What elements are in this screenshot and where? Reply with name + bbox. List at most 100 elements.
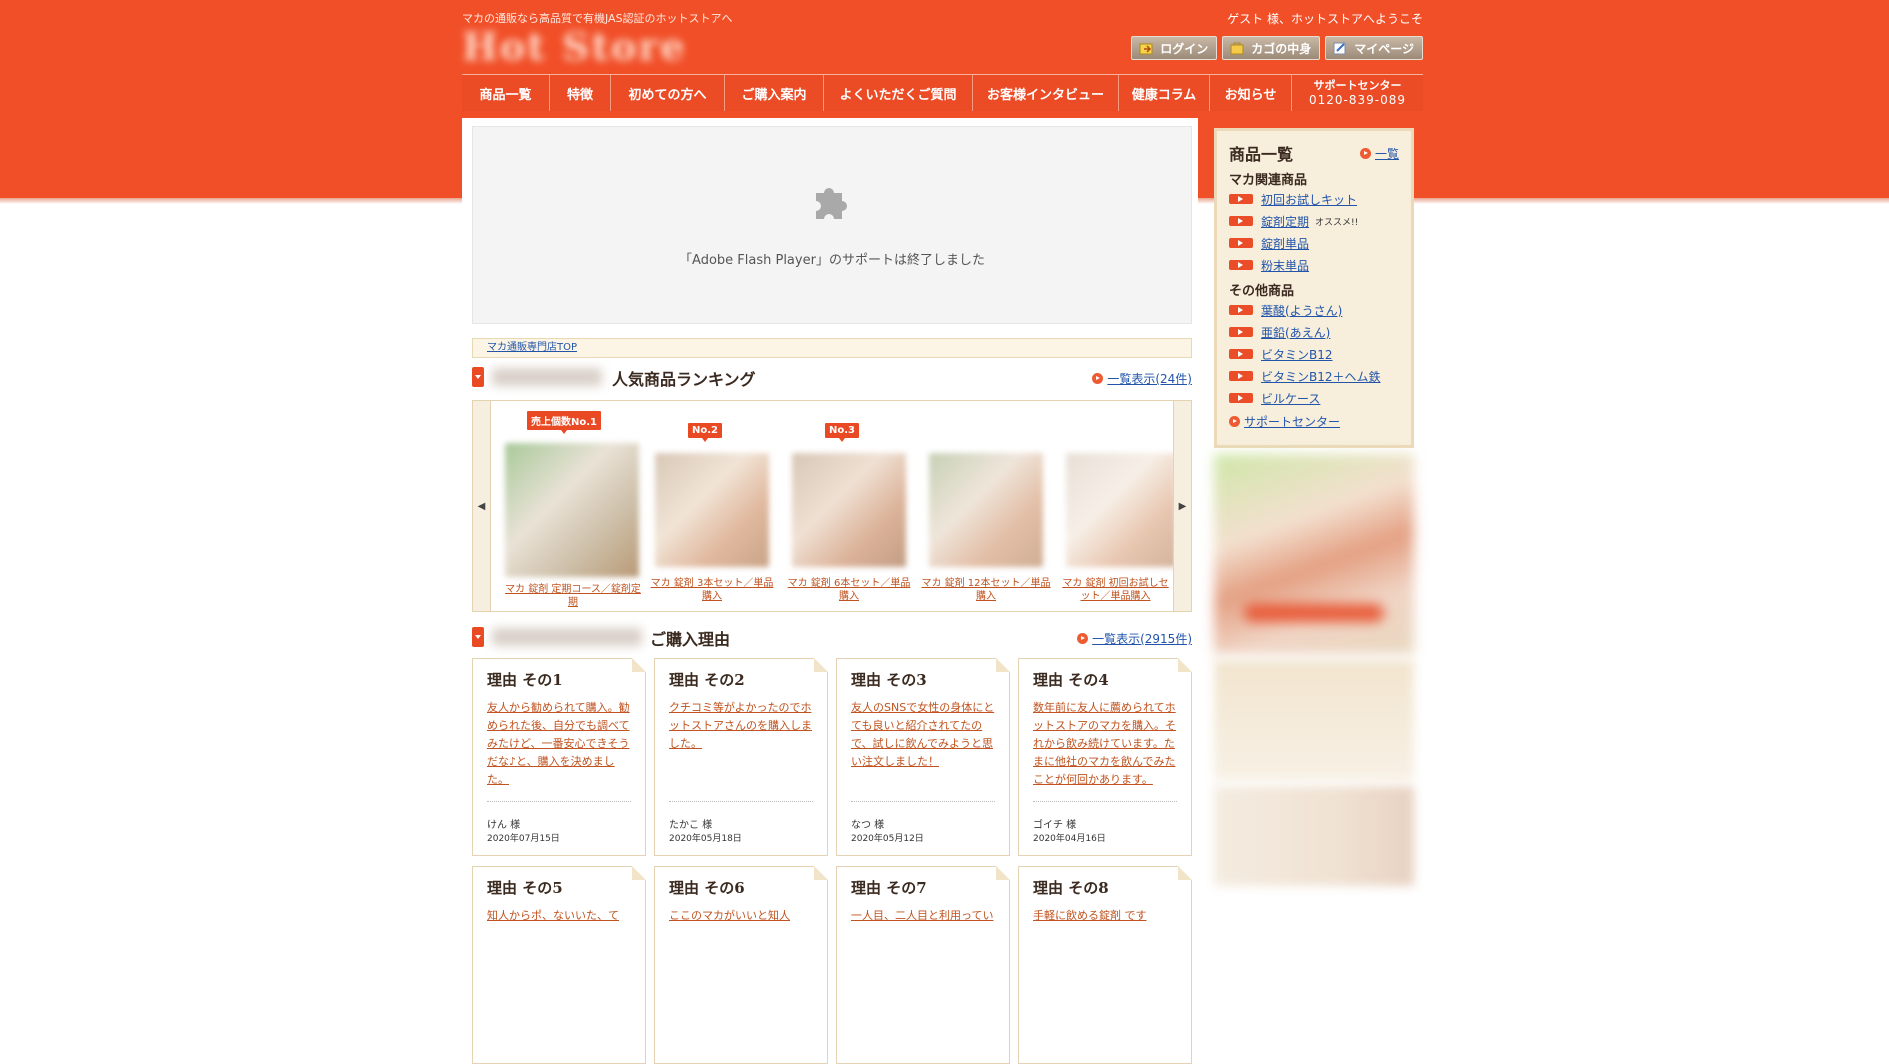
nav-interviews[interactable]: お客様インタビュー bbox=[973, 75, 1119, 111]
arrow-tab-icon bbox=[1229, 260, 1253, 270]
product-card[interactable]: No.3 マカ 錠剤 6本セット／単品購入 bbox=[784, 401, 914, 611]
sidebar-item-label[interactable]: ビタミンB12 bbox=[1261, 346, 1333, 363]
review-date: 2020年05月18日 bbox=[669, 834, 742, 844]
reason-title: 理由 その4 bbox=[1033, 671, 1109, 689]
sidebar-all-link[interactable]: 一覧 bbox=[1359, 145, 1399, 162]
reasons-heading: ご購入理由 一覧表示(2915件) bbox=[472, 624, 1192, 650]
reason-text[interactable]: クチコミ等がよかったのでホットストアさんのを購入しました。 bbox=[669, 699, 817, 753]
product-image[interactable] bbox=[655, 453, 769, 567]
cart-button[interactable]: カゴの中身 bbox=[1222, 36, 1321, 60]
nav-features[interactable]: 特徴 bbox=[550, 75, 611, 111]
sidebar-item-label[interactable]: ビルケース bbox=[1261, 390, 1320, 407]
login-icon bbox=[1139, 43, 1153, 55]
reason-card[interactable]: 理由 その7 一人目、二人目と利用ってい bbox=[836, 866, 1010, 1064]
product-caption[interactable]: マカ 錠剤 定期コース／錠剤定期 bbox=[503, 583, 643, 609]
breadcrumb-top-link[interactable]: マカ通販専門店TOP bbox=[487, 342, 577, 353]
product-image[interactable] bbox=[792, 453, 906, 567]
nav-purchase-guide[interactable]: ご購入案内 bbox=[725, 75, 824, 111]
ranking-heading: 人気商品ランキング 一覧表示(24件) bbox=[472, 364, 1192, 390]
reason-text[interactable]: 知人からポ、ないいた、て bbox=[487, 907, 635, 925]
store-logo[interactable]: Hot Store bbox=[462, 24, 712, 69]
sidebar-item-zinc[interactable]: 亜鉛(あえん) bbox=[1229, 321, 1399, 343]
sidebar-item-label[interactable]: 亜鉛(あえん) bbox=[1261, 324, 1330, 341]
nav-news[interactable]: お知らせ bbox=[1210, 75, 1292, 111]
reason-title: 理由 その7 bbox=[851, 879, 927, 897]
customer-name: ゴイチ 様 bbox=[1033, 820, 1077, 831]
nav-products[interactable]: 商品一覧 bbox=[462, 75, 550, 111]
sidebar-item-trial-kit[interactable]: 初回お試しキット bbox=[1229, 188, 1399, 210]
reason-title: 理由 その1 bbox=[487, 671, 563, 689]
reason-text[interactable]: ここのマカがいいと知人 bbox=[669, 907, 817, 925]
reason-card[interactable]: 理由 その3 友人のSNSで女性の身体にとても良いと紹介されてたので、試しに飲ん… bbox=[836, 658, 1010, 856]
promo-box[interactable] bbox=[1214, 660, 1414, 780]
customer-name: たかこ 様 bbox=[669, 820, 713, 831]
reason-card[interactable]: 理由 その8 手軽に飲める錠剤 です bbox=[1018, 866, 1192, 1064]
reason-text[interactable]: 一人目、二人目と利用ってい bbox=[851, 907, 999, 925]
arrow-circle-icon bbox=[1077, 633, 1089, 644]
reasons-more-link[interactable]: 一覧表示(2915件) bbox=[1077, 630, 1192, 647]
reason-card[interactable]: 理由 その5 知人からポ、ないいた、て bbox=[472, 866, 646, 1064]
product-image[interactable] bbox=[1066, 453, 1173, 567]
product-caption[interactable]: マカ 錠剤 3本セット／単品購入 bbox=[647, 577, 777, 603]
review-date: 2020年04月16日 bbox=[1033, 834, 1106, 844]
sidebar-support-link[interactable]: サポートセンター bbox=[1229, 413, 1399, 430]
product-caption[interactable]: マカ 錠剤 12本セット／単品購入 bbox=[921, 577, 1051, 603]
category-maca: マカ関連商品 bbox=[1229, 173, 1308, 188]
promo-box[interactable] bbox=[1214, 786, 1414, 886]
ranking-more-link[interactable]: 一覧表示(24件) bbox=[1092, 370, 1192, 387]
arrow-tab-icon bbox=[1229, 371, 1253, 381]
nav-first-time[interactable]: 初めての方へ bbox=[611, 75, 725, 111]
product-card[interactable]: マカ 錠剤 初回お試しセット／単品購入 bbox=[1058, 401, 1173, 611]
sidebar-item-folic-acid[interactable]: 葉酸(ようさん) bbox=[1229, 299, 1399, 321]
reason-title: 理由 その5 bbox=[487, 879, 563, 897]
mypage-button[interactable]: マイページ bbox=[1325, 36, 1423, 60]
reason-card[interactable]: 理由 その4 数年前に友人に薦められてホットストアのマカを購入。それから飲み続け… bbox=[1018, 658, 1192, 856]
sidebar-item-pill-case[interactable]: ビルケース bbox=[1229, 387, 1399, 409]
carousel-next-button[interactable]: ▶ bbox=[1173, 401, 1191, 611]
login-button[interactable]: ログイン bbox=[1131, 36, 1218, 60]
sidebar-all-label: 一覧 bbox=[1374, 147, 1399, 161]
blurred-store-name bbox=[492, 368, 602, 386]
promo-banner[interactable] bbox=[1214, 454, 1414, 654]
sidebar-item-powder-single[interactable]: 粉末単品 bbox=[1229, 254, 1399, 276]
nav-faq[interactable]: よくいただくご質問 bbox=[824, 75, 973, 111]
arrow-circle-icon bbox=[1092, 373, 1104, 384]
sidebar-item-tablet-subscription[interactable]: 錠剤定期 オススメ!! bbox=[1229, 210, 1399, 232]
sidebar-item-label[interactable]: ビタミンB12＋ヘム鉄 bbox=[1261, 368, 1381, 385]
product-caption[interactable]: マカ 錠剤 6本セット／単品購入 bbox=[784, 577, 914, 603]
reason-text[interactable]: 友人から勧められて購入。勧められた後、自分でも調べてみたけど、一番安心できそうだ… bbox=[487, 699, 635, 789]
product-image[interactable] bbox=[505, 443, 639, 577]
reason-card[interactable]: 理由 その2 クチコミ等がよかったのでホットストアさんのを購入しました。 たかこ… bbox=[654, 658, 828, 856]
sidebar-item-vitamin-b12[interactable]: ビタミンB12 bbox=[1229, 343, 1399, 365]
sidebar-item-label[interactable]: 錠剤単品 bbox=[1261, 235, 1309, 252]
nav-health-column[interactable]: 健康コラム bbox=[1119, 75, 1210, 111]
reasons-more-label: 一覧表示(2915件) bbox=[1092, 632, 1192, 646]
divider bbox=[851, 801, 995, 802]
carousel-prev-button[interactable]: ◀ bbox=[473, 401, 491, 611]
sidebar-item-label[interactable]: 初回お試しキット bbox=[1261, 191, 1357, 208]
sidebar-item-label[interactable]: 錠剤定期 bbox=[1261, 213, 1309, 230]
rank-badge: 売上個数No.1 bbox=[527, 411, 601, 434]
sidebar-item-label[interactable]: 粉末単品 bbox=[1261, 257, 1309, 274]
customer-name: なつ 様 bbox=[851, 820, 885, 831]
reason-text[interactable]: 友人のSNSで女性の身体にとても良いと紹介されてたので、試しに飲んでみようと思い… bbox=[851, 699, 999, 771]
reason-text[interactable]: 数年前に友人に薦められてホットストアのマカを購入。それから飲み続けています。たま… bbox=[1033, 699, 1181, 789]
sidebar-item-tablet-single[interactable]: 錠剤単品 bbox=[1229, 232, 1399, 254]
sidebar-item-b12-heme-iron[interactable]: ビタミンB12＋ヘム鉄 bbox=[1229, 365, 1399, 387]
nav-support-center[interactable]: サポートセンター 0120-839-089 bbox=[1292, 75, 1423, 111]
section-marker-icon bbox=[472, 627, 484, 647]
product-image[interactable] bbox=[929, 453, 1043, 567]
reasons-title: ご購入理由 bbox=[650, 630, 731, 649]
reason-card[interactable]: 理由 その1 友人から勧められて購入。勧められた後、自分でも調べてみたけど、一番… bbox=[472, 658, 646, 856]
product-caption[interactable]: マカ 錠剤 初回お試しセット／単品購入 bbox=[1058, 577, 1173, 603]
rank-badge: No.3 bbox=[825, 423, 859, 442]
flash-message: 「Adobe Flash Player」のサポートは終了しました bbox=[679, 253, 985, 268]
reason-text[interactable]: 手軽に飲める錠剤 です bbox=[1033, 907, 1181, 925]
product-card[interactable]: No.2 マカ 錠剤 3本セット／単品購入 bbox=[647, 401, 777, 611]
product-menu: 商品一覧 一覧 マカ関連商品 初回お試しキット 錠剤定期 オススメ!! 錠剤単品 … bbox=[1214, 128, 1414, 448]
reason-card[interactable]: 理由 その6 ここのマカがいいと知人 bbox=[654, 866, 828, 1064]
product-card[interactable]: 売上個数No.1 マカ 錠剤 定期コース／錠剤定期 bbox=[503, 401, 643, 611]
product-card[interactable]: マカ 錠剤 12本セット／単品購入 bbox=[921, 401, 1051, 611]
sidebar-item-label[interactable]: 葉酸(ようさん) bbox=[1261, 302, 1342, 319]
category-other: その他商品 bbox=[1229, 284, 1295, 299]
